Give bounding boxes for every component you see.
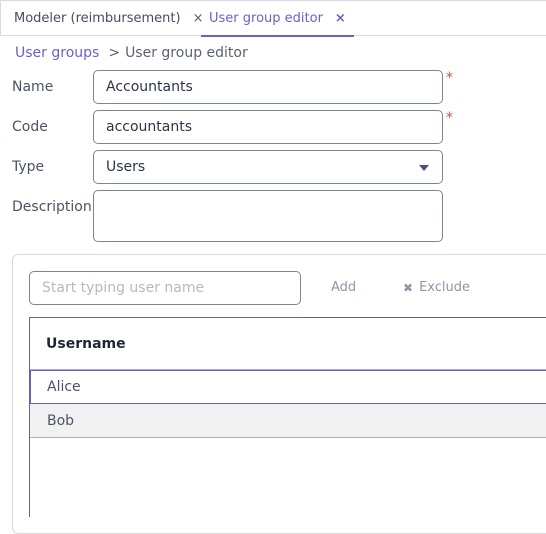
close-icon[interactable]: × — [335, 11, 346, 26]
table-row[interactable]: Alice — [30, 370, 546, 404]
exclude-button[interactable]: ✖ Exclude — [403, 280, 470, 295]
description-textarea[interactable] — [93, 190, 443, 242]
code-input[interactable]: accountants — [93, 110, 443, 144]
type-label: Type — [12, 159, 45, 175]
tab-user-group-editor[interactable]: User group editor × — [201, 1, 354, 37]
type-select[interactable]: Users — [93, 150, 443, 184]
breadcrumb-user-groups-link[interactable]: User groups — [15, 45, 99, 61]
name-label: Name — [12, 79, 54, 95]
name-input[interactable]: Accountants — [93, 70, 443, 104]
tab-modeler[interactable]: Modeler (reimbursement) × — [14, 1, 204, 36]
required-indicator: * — [446, 110, 453, 126]
description-label: Description — [12, 199, 92, 215]
tab-label: Modeler (reimbursement) — [14, 11, 181, 26]
breadcrumb: User groups > User group editor — [15, 45, 248, 61]
chevron-down-icon — [419, 165, 429, 171]
column-header-username[interactable]: Username — [30, 318, 546, 370]
members-table: Username Alice Bob — [29, 317, 546, 517]
exclude-button-label: Exclude — [419, 280, 470, 295]
add-button[interactable]: Add — [331, 280, 356, 295]
code-label: Code — [12, 119, 48, 135]
breadcrumb-separator: > — [108, 45, 121, 61]
tab-bar: Modeler (reimbursement) × User group edi… — [0, 0, 546, 37]
user-search-input[interactable]: Start typing user name — [29, 271, 301, 305]
close-icon: ✖ — [403, 280, 414, 295]
add-button-label: Add — [331, 280, 357, 295]
table-row[interactable]: Bob — [30, 404, 546, 438]
breadcrumb-current: User group editor — [125, 45, 248, 61]
tab-label: User group editor — [209, 10, 323, 26]
required-indicator: * — [446, 70, 453, 86]
type-selected-value: Users — [106, 159, 146, 175]
